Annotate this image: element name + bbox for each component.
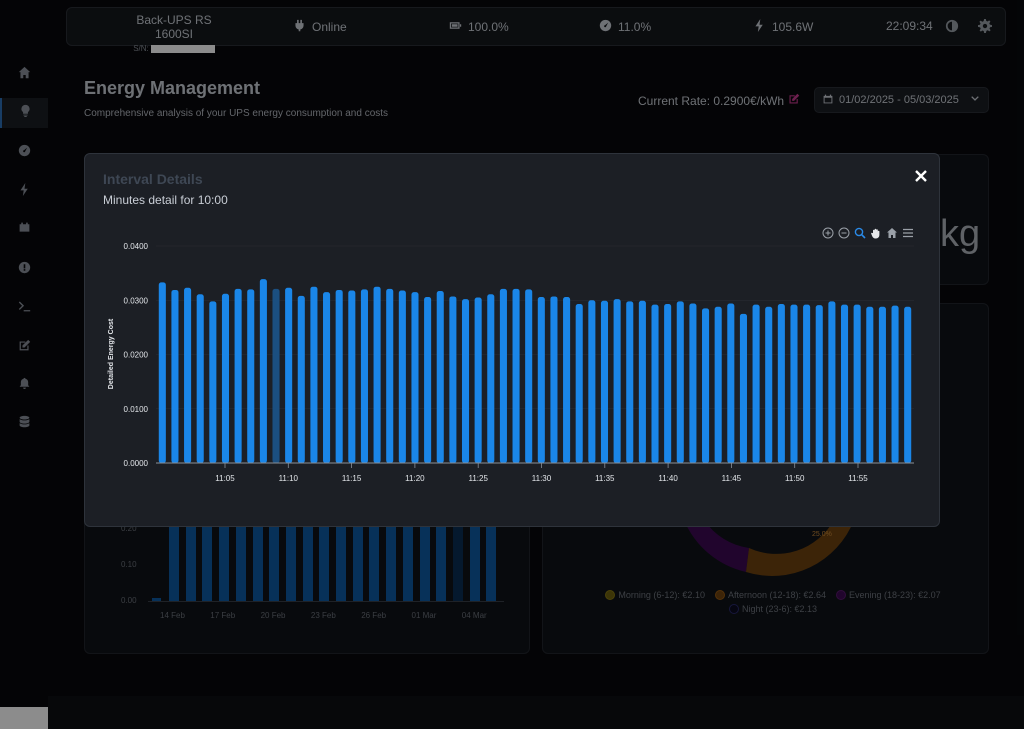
chart-toolbar [822,226,914,239]
zoom-select-icon[interactable] [854,226,866,239]
modal-subtitle: Minutes detail for 10:00 [103,193,228,207]
zoom-in-icon[interactable] [822,226,834,239]
interval-details-modal: Interval Details Minutes detail for 10:0… [84,153,940,527]
close-icon[interactable] [913,168,929,184]
menu-icon[interactable] [902,226,914,238]
modal-title: Interval Details [103,171,203,187]
reset-home-icon[interactable] [886,226,898,238]
pan-icon[interactable] [870,226,882,239]
zoom-out-icon[interactable] [838,226,850,239]
